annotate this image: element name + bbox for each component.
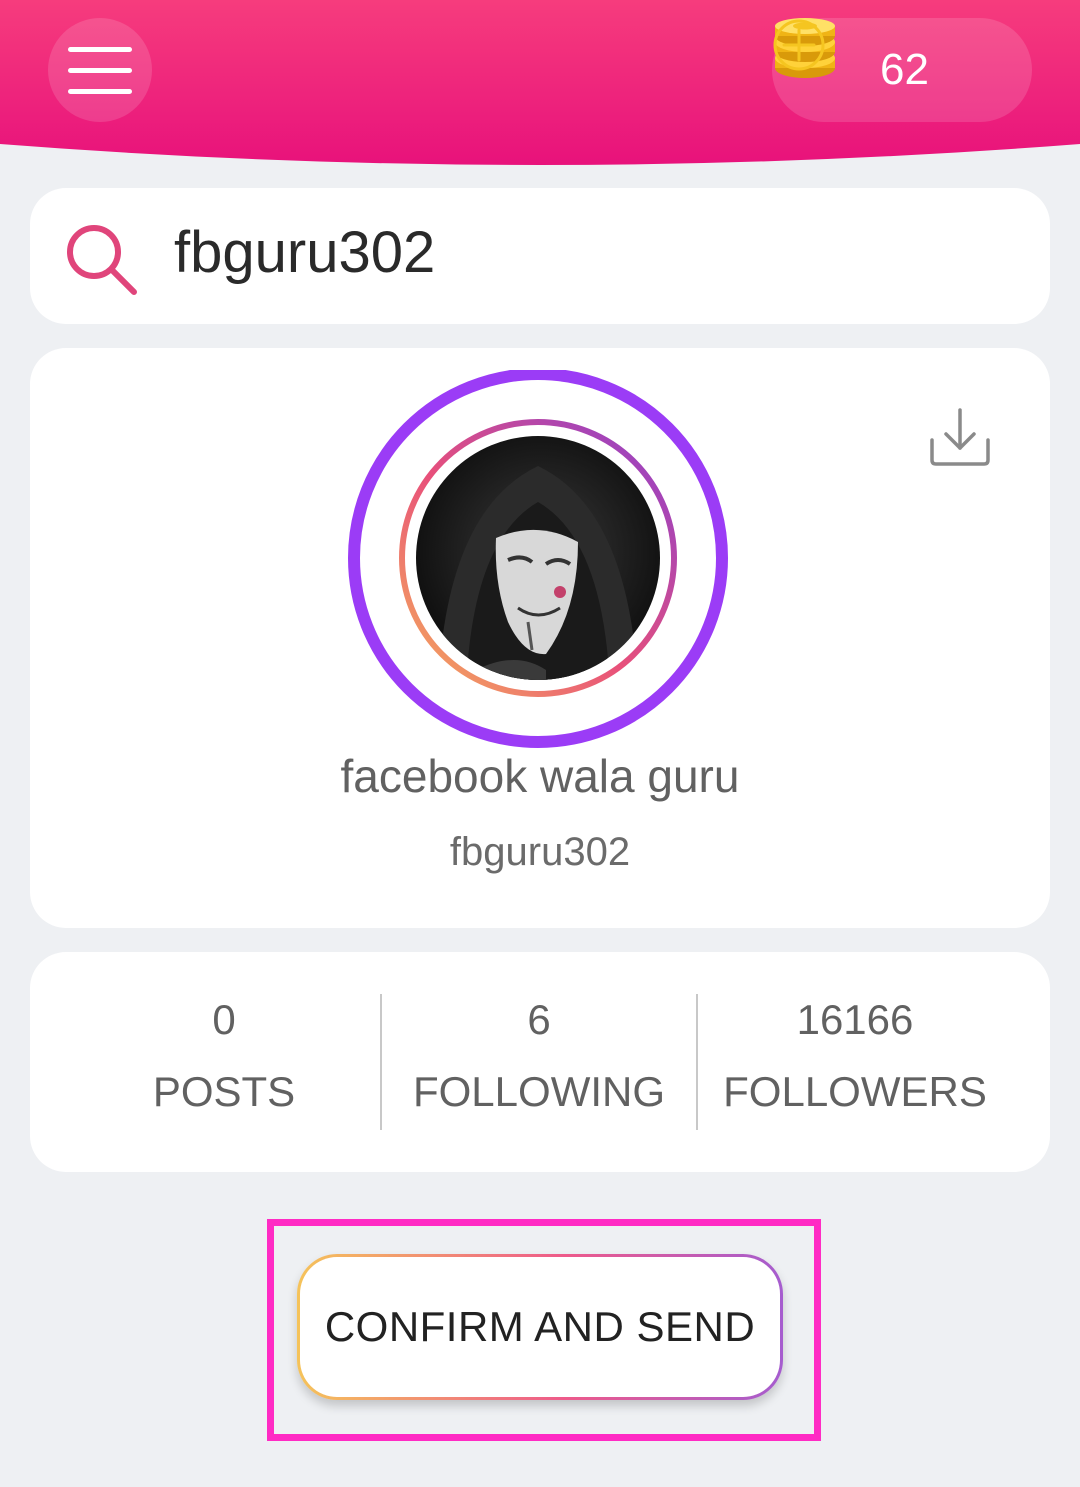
profile-card: facebook wala guru fbguru302 [30, 348, 1050, 928]
coin-balance: 62 [772, 18, 1032, 122]
stat-label: FOLLOWERS [723, 1068, 987, 1115]
stat-posts: 0 POSTS [71, 992, 377, 1120]
search-input[interactable]: fbguru302 [174, 218, 435, 288]
stat-value: 6 [527, 996, 551, 1043]
hamburger-menu-icon [68, 46, 132, 52]
search-icon [67, 225, 137, 295]
stat-label: FOLLOWING [412, 1068, 666, 1115]
plus-circle-icon[interactable] [772, 18, 826, 72]
stat-divider [696, 994, 698, 1130]
stat-value: 16166 [796, 996, 914, 1043]
profile-username: fbguru302 [449, 830, 631, 874]
download-icon[interactable] [928, 406, 992, 468]
avatar[interactable] [346, 370, 730, 754]
stat-value: 0 [212, 996, 236, 1043]
stats-card: 0 POSTS 6 FOLLOWING 16166 FOLLOWERS [30, 952, 1050, 1172]
stat-following: 6 FOLLOWING [383, 992, 695, 1120]
menu-button[interactable] [48, 18, 152, 122]
profile-name: facebook wala guru [340, 750, 740, 802]
coin-count: 62 [880, 45, 929, 94]
confirm-button-label: CONFIRM AND SEND [300, 1257, 780, 1397]
stat-divider [380, 994, 382, 1130]
stat-followers: 16166 FOLLOWERS [699, 992, 1011, 1120]
confirm-and-send-button[interactable]: CONFIRM AND SEND [297, 1254, 783, 1400]
stat-label: POSTS [152, 1068, 296, 1115]
app-header: 62 [0, 0, 1080, 165]
search-bar[interactable]: fbguru302 [30, 188, 1050, 324]
